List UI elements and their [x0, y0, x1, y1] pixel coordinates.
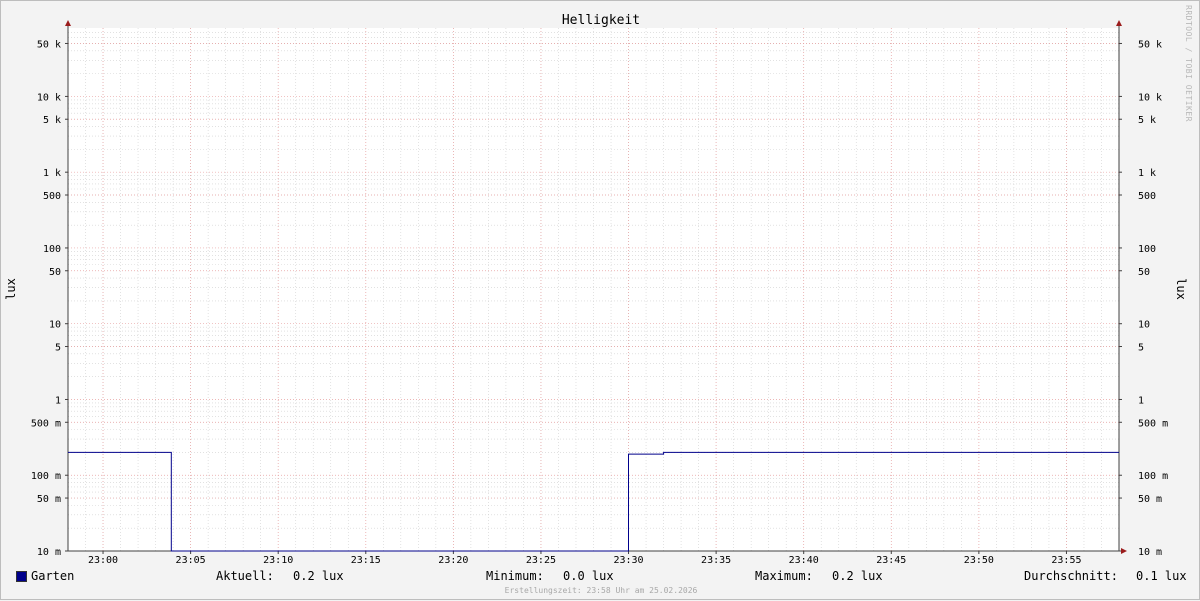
legend-current-value: 0.2 lux: [293, 569, 344, 583]
legend-avg-value: 0.1 lux: [1136, 569, 1187, 583]
x-tick-label: 23:15: [351, 555, 381, 566]
y-axis-label-left: lux: [4, 278, 18, 300]
y-axis-arrow-right: [1116, 20, 1122, 26]
x-tick-label: 23:50: [964, 555, 994, 566]
legend-max-label: Maximum:: [755, 569, 813, 583]
legend-current-label: Aktuell:: [216, 569, 274, 583]
y-tick-label-right: 5: [1138, 343, 1144, 354]
x-tick-label: 23:40: [789, 555, 819, 566]
y-axis-label-right: lux: [1174, 278, 1188, 300]
watermark: RRDTOOL / TOBI OETIKER: [1184, 5, 1193, 122]
y-tick-label-right: 500 m: [1138, 418, 1168, 429]
y-tick-label-right: 50 m: [1138, 494, 1162, 505]
y-tick-label-right: 10 m: [1138, 547, 1162, 558]
chart-canvas: 50 k 50 k 10 k 10 k 5 k 5 k 1 k 1 k 500 500 100 100…: [4, 13, 1188, 566]
chart-frame: 50 k 50 k 10 k 10 k5 k5 k1 k1 k 500 500 100 100…: [0, 0, 1200, 600]
y-tick-label-left: 10: [49, 320, 61, 331]
y-tick-label-right: 500: [1138, 191, 1156, 202]
y-tick-label-left: 10 m: [37, 547, 61, 558]
y-tick-label-left: 50: [49, 267, 61, 278]
x-axis-arrow: [1121, 548, 1127, 554]
x-tick-label: 23:05: [176, 555, 206, 566]
y-tick-label-left: 10 k: [37, 92, 61, 103]
x-tick-label: 23:55: [1051, 555, 1081, 566]
y-tick-label-left: 500: [43, 191, 61, 202]
x-tick-label: 23:25: [526, 555, 556, 566]
y-tick-label-left: 100 m: [31, 471, 61, 482]
y-tick-label-left: 1: [55, 395, 61, 406]
x-tick-label: 23:45: [876, 555, 906, 566]
y-tick-label-right: 50 k: [1138, 39, 1162, 50]
y-tick-label-left: 5: [55, 343, 61, 354]
x-tick-label: 23:35: [701, 555, 731, 566]
y-tick-label-left: 1 k: [43, 168, 61, 179]
grid-minor: [67, 28, 1120, 551]
y-axis-arrow-left: [65, 20, 71, 26]
y-tick-label-right: 5 k: [1138, 115, 1156, 126]
y-tick-label-right: 10: [1138, 320, 1150, 331]
y-tick-label-left: 100: [43, 244, 61, 255]
x-tick-label: 23:00: [88, 555, 118, 566]
y-tick-label-right: 100: [1138, 244, 1156, 255]
legend-max-value: 0.2 lux: [832, 569, 883, 583]
y-tick-label-left: 5 k: [43, 115, 61, 126]
y-tick-label-right: 100 m: [1138, 471, 1168, 482]
legend-min-value: 0.0 lux: [563, 569, 614, 583]
y-tick-label-left: 50 k: [37, 39, 61, 50]
y-tick-label-right: 1: [1138, 395, 1144, 406]
x-tick-label: 23:10: [263, 555, 293, 566]
y-tick-label-left: 500 m: [31, 418, 61, 429]
y-tick-label-right: 50: [1138, 267, 1150, 278]
legend-series-name: Garten: [31, 569, 75, 583]
x-tick-label: 23:20: [438, 555, 468, 566]
y-tick-label-right: 10 k: [1138, 92, 1162, 103]
legend-swatch: [16, 571, 27, 582]
chart-title: Helligkeit: [562, 13, 640, 28]
x-tick-label: 23:30: [613, 555, 643, 566]
legend-avg-label: Durchschnitt:: [1024, 569, 1118, 583]
y-tick-label-left: 50 m: [37, 494, 61, 505]
legend-min-label: Minimum:: [486, 569, 544, 583]
footer-timestamp: Erstellungszeit: 23:58 Uhr am 25.02.2026: [504, 586, 698, 595]
y-tick-label-right: 1 k: [1138, 168, 1156, 179]
